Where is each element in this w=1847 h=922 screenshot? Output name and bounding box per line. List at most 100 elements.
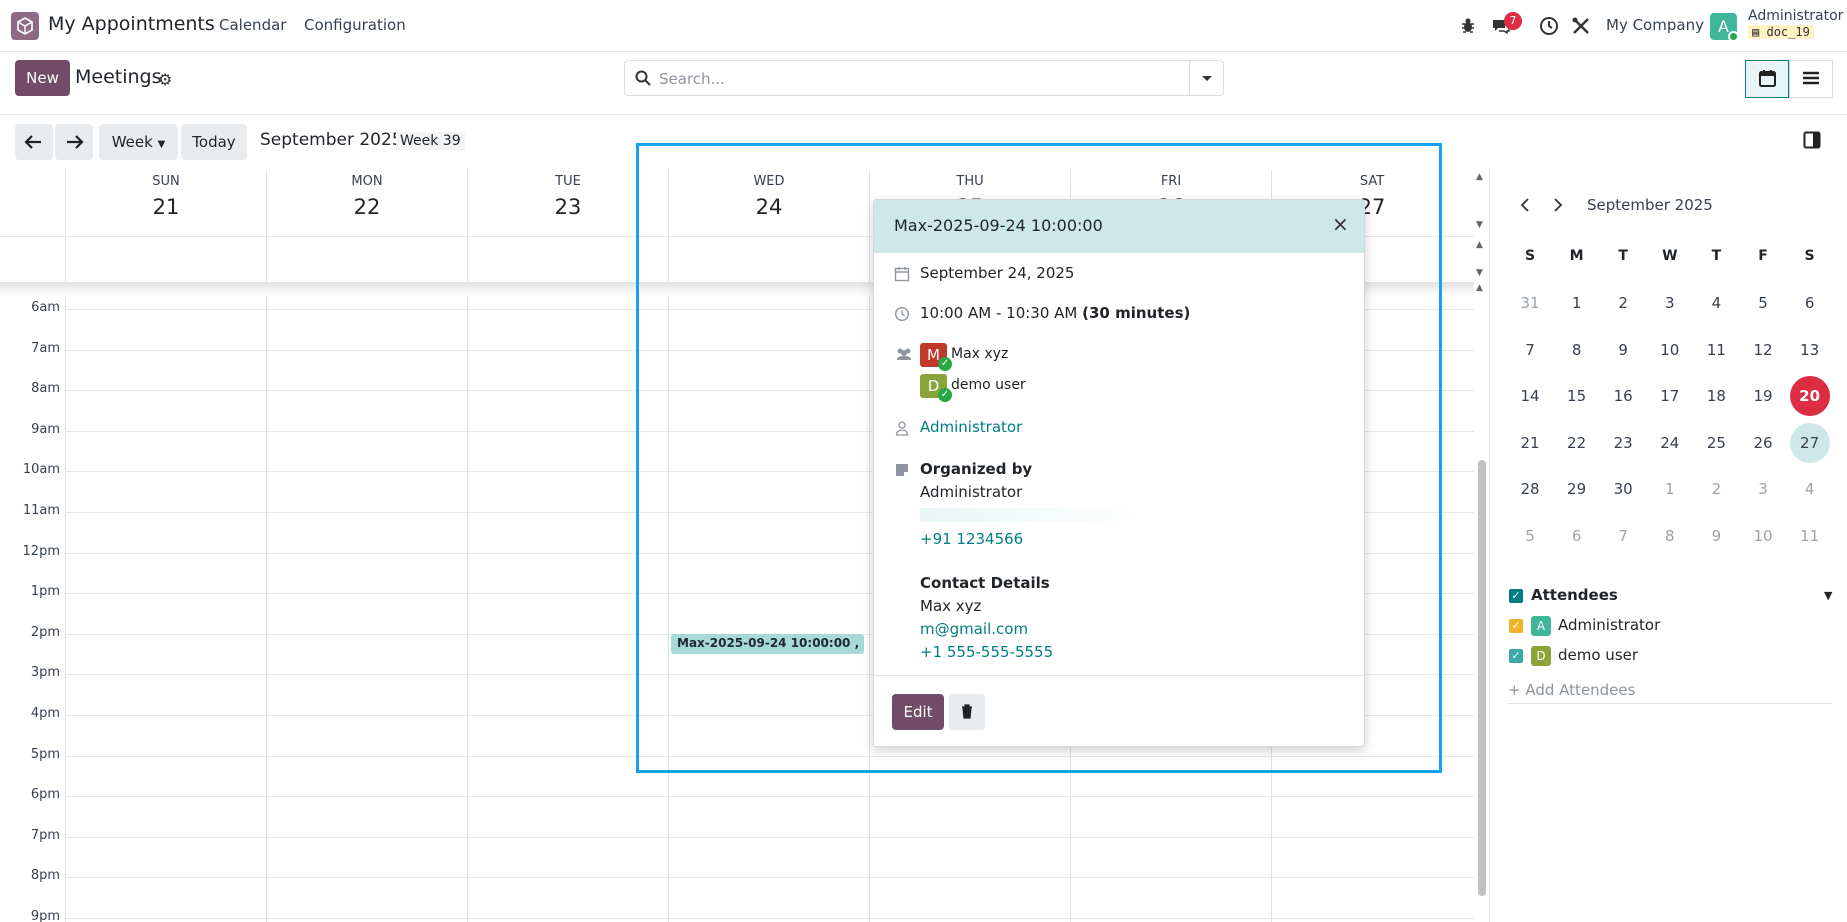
mini-calendar-day[interactable]: 15	[1557, 376, 1597, 416]
search-bar[interactable]: Search...	[624, 60, 1224, 96]
hour-line	[66, 877, 1474, 879]
attendees-filter-checkbox[interactable]: ✓	[1509, 589, 1523, 603]
scroll-down-icon[interactable]: ▼	[1476, 220, 1483, 230]
caret-down-icon: ▼	[157, 139, 166, 150]
next-button[interactable]	[55, 124, 93, 160]
mini-calendar-day[interactable]: 7	[1510, 330, 1550, 370]
mini-calendar-day[interactable]: 30	[1603, 469, 1643, 509]
menu-configuration[interactable]: Configuration	[304, 16, 406, 34]
divider	[1508, 703, 1832, 704]
previous-button[interactable]	[15, 124, 53, 160]
database-badge: ▤ doc_19	[1748, 25, 1814, 39]
mini-calendar-month: September 2025	[1587, 196, 1713, 214]
chevron-left-icon[interactable]	[1518, 197, 1532, 217]
mini-calendar-day[interactable]: 17	[1650, 376, 1690, 416]
mini-calendar-day[interactable]: 2	[1603, 283, 1643, 323]
hour-label: 10am	[22, 462, 60, 478]
activity-clock-icon[interactable]	[1538, 15, 1560, 37]
mini-calendar-day[interactable]: 10	[1650, 330, 1690, 370]
mini-calendar-day[interactable]: 29	[1557, 469, 1597, 509]
hour-label: 9pm	[30, 909, 60, 922]
mini-calendar-day[interactable]: 19	[1743, 376, 1783, 416]
search-options-toggle[interactable]	[1189, 61, 1223, 95]
caret-down-icon[interactable]: ▼	[1824, 589, 1832, 602]
hour-label: 6pm	[30, 787, 60, 803]
mini-calendar-day[interactable]: 5	[1510, 516, 1550, 556]
calendar-view-button[interactable]	[1745, 60, 1789, 98]
day-header[interactable]: MON 22	[267, 170, 467, 236]
mini-calendar-day[interactable]: 5	[1743, 283, 1783, 323]
new-button[interactable]: New	[15, 60, 70, 96]
mini-calendar-day[interactable]: 3	[1650, 283, 1690, 323]
chevron-right-icon[interactable]	[1551, 197, 1565, 217]
hour-label: 8pm	[30, 868, 60, 884]
hour-label: 4pm	[30, 706, 60, 721]
mini-calendar-day[interactable]: 24	[1650, 423, 1690, 463]
mini-calendar-day[interactable]: 26	[1743, 423, 1783, 463]
mini-calendar-day[interactable]: 12	[1743, 330, 1783, 370]
weekday-label: W	[1662, 248, 1678, 264]
company-switcher[interactable]: My Company	[1606, 16, 1704, 34]
scroll-up-icon[interactable]: ▲	[1476, 172, 1483, 182]
day-header[interactable]: SUN 21	[66, 170, 266, 236]
scale-dropdown[interactable]: Week ▼	[99, 124, 178, 160]
day-name: SUN	[152, 174, 180, 189]
hour-label: 6am	[31, 300, 60, 315]
bug-icon[interactable]	[1457, 15, 1479, 37]
mini-calendar-day[interactable]: 11	[1696, 330, 1736, 370]
hour-label: 5pm	[30, 746, 60, 762]
mini-calendar-day[interactable]: 3	[1743, 469, 1783, 509]
app-name[interactable]: My Appointments	[48, 13, 215, 35]
mini-calendar-day[interactable]: 4	[1696, 283, 1736, 323]
mini-calendar-day[interactable]: 28	[1510, 469, 1550, 509]
mini-calendar-day[interactable]: 10	[1743, 516, 1783, 556]
scroll-up-icon[interactable]: ▲	[1476, 240, 1483, 250]
mini-calendar-day[interactable]: 9	[1603, 330, 1643, 370]
mini-calendar-day[interactable]: 2	[1696, 469, 1736, 509]
mini-calendar-day[interactable]: 20	[1789, 376, 1830, 416]
mini-calendar-day[interactable]: 22	[1557, 423, 1597, 463]
mini-calendar-day[interactable]: 8	[1557, 330, 1597, 370]
month-label: September 2025	[260, 130, 403, 150]
mini-calendar-day[interactable]: 9	[1696, 516, 1736, 556]
mini-calendar-day[interactable]: 18	[1696, 376, 1736, 416]
hour-label: 7am	[31, 340, 60, 356]
mini-calendar-day[interactable]: 6	[1557, 516, 1597, 556]
mini-calendar-day[interactable]: 27	[1789, 422, 1830, 463]
tools-icon[interactable]	[1570, 15, 1592, 37]
mini-calendar-day[interactable]: 11	[1790, 516, 1830, 556]
toggle-sidepanel-icon[interactable]	[1803, 131, 1821, 153]
mini-calendar-day[interactable]: 13	[1790, 330, 1830, 370]
weekday-label: T	[1711, 248, 1722, 264]
mini-calendar-day[interactable]: 21	[1510, 423, 1550, 463]
attendee-checkbox[interactable]: ✓	[1509, 619, 1523, 633]
database-name: doc_19	[1766, 25, 1810, 39]
scroll-down-icon[interactable]: ▼	[1476, 268, 1483, 278]
gear-icon[interactable]: ⚙	[158, 70, 172, 89]
search-input[interactable]: Search...	[659, 70, 725, 88]
mini-calendar-day[interactable]: 14	[1510, 376, 1550, 416]
mini-calendar-day[interactable]: 7	[1603, 516, 1643, 556]
attendee-checkbox[interactable]: ✓	[1509, 649, 1523, 663]
mini-calendar-day[interactable]: 25	[1696, 423, 1736, 463]
scroll-up-icon[interactable]: ▲	[1476, 283, 1483, 293]
today-button[interactable]: Today	[181, 124, 247, 160]
hour-label: 8am	[31, 381, 60, 397]
list-view-button[interactable]	[1789, 60, 1833, 98]
menu-calendar[interactable]: Calendar	[219, 16, 286, 34]
mini-calendar-day[interactable]: 16	[1603, 376, 1643, 416]
mini-calendar-day[interactable]: 6	[1790, 283, 1830, 323]
mini-calendar-day[interactable]: 23	[1603, 423, 1643, 463]
database-icon: ▤	[1752, 25, 1760, 39]
hour-label: 12pm	[22, 543, 60, 559]
user-name[interactable]: Administrator	[1748, 8, 1843, 24]
mini-calendar-day[interactable]: 4	[1790, 469, 1830, 509]
mini-calendar-day[interactable]: 8	[1650, 516, 1690, 556]
arrow-right-icon	[67, 135, 84, 149]
mini-calendar-day[interactable]: 31	[1510, 283, 1550, 323]
mini-calendar-day[interactable]: 1	[1650, 469, 1690, 509]
app-logo-icon[interactable]	[11, 12, 39, 40]
add-attendees-link[interactable]: + Add Attendees	[1508, 681, 1635, 699]
mini-calendar-day[interactable]: 1	[1557, 283, 1597, 323]
scrollbar-thumb[interactable]	[1478, 460, 1486, 896]
